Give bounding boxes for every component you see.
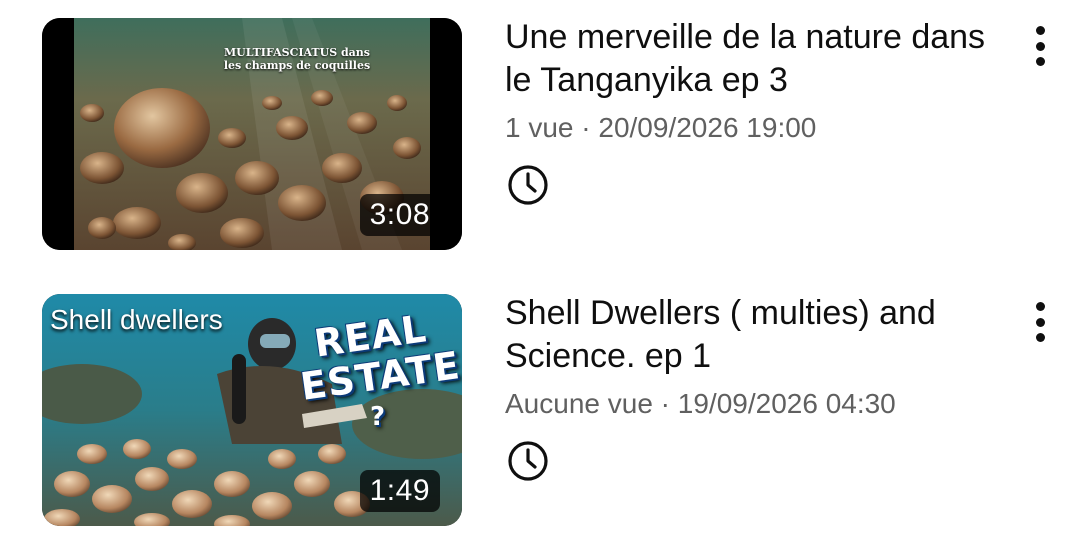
video-thumbnail[interactable]: Shell dwellers REAL ESTATE ? 1:49 [42,294,462,526]
duration-badge: 1:49 [359,470,440,512]
more-vert-icon[interactable] [1025,298,1055,346]
thumbnail-caption: Shell dwellers [50,304,223,335]
more-vert-icon[interactable] [1025,22,1055,70]
video-meta: 1 vue · 20/09/2026 19:00 [505,112,817,143]
clock-icon [505,438,551,484]
thumbnail-caption: MULTIFASCIATUS dans les champs de coquil… [223,46,371,72]
video-item[interactable]: Shell dwellers REAL ESTATE ? 1:49 Shell … [0,290,1080,530]
clock-icon [505,162,551,208]
video-title[interactable]: Shell Dwellers ( multies) and Science. e… [505,292,1005,378]
video-item[interactable]: MULTIFASCIATUS dans les champs de coquil… [0,14,1080,254]
thumbnail-mark: ? [370,402,386,432]
duration-badge: 3:08 [359,194,440,236]
video-meta: Aucune vue · 19/09/2026 04:30 [505,388,896,419]
video-info: Une merveille de la nature dans le Tanga… [505,14,1005,208]
video-title[interactable]: Une merveille de la nature dans le Tanga… [505,16,1005,102]
video-thumbnail[interactable]: MULTIFASCIATUS dans les champs de coquil… [42,18,462,250]
video-info: Shell Dwellers ( multies) and Science. e… [505,290,1005,484]
